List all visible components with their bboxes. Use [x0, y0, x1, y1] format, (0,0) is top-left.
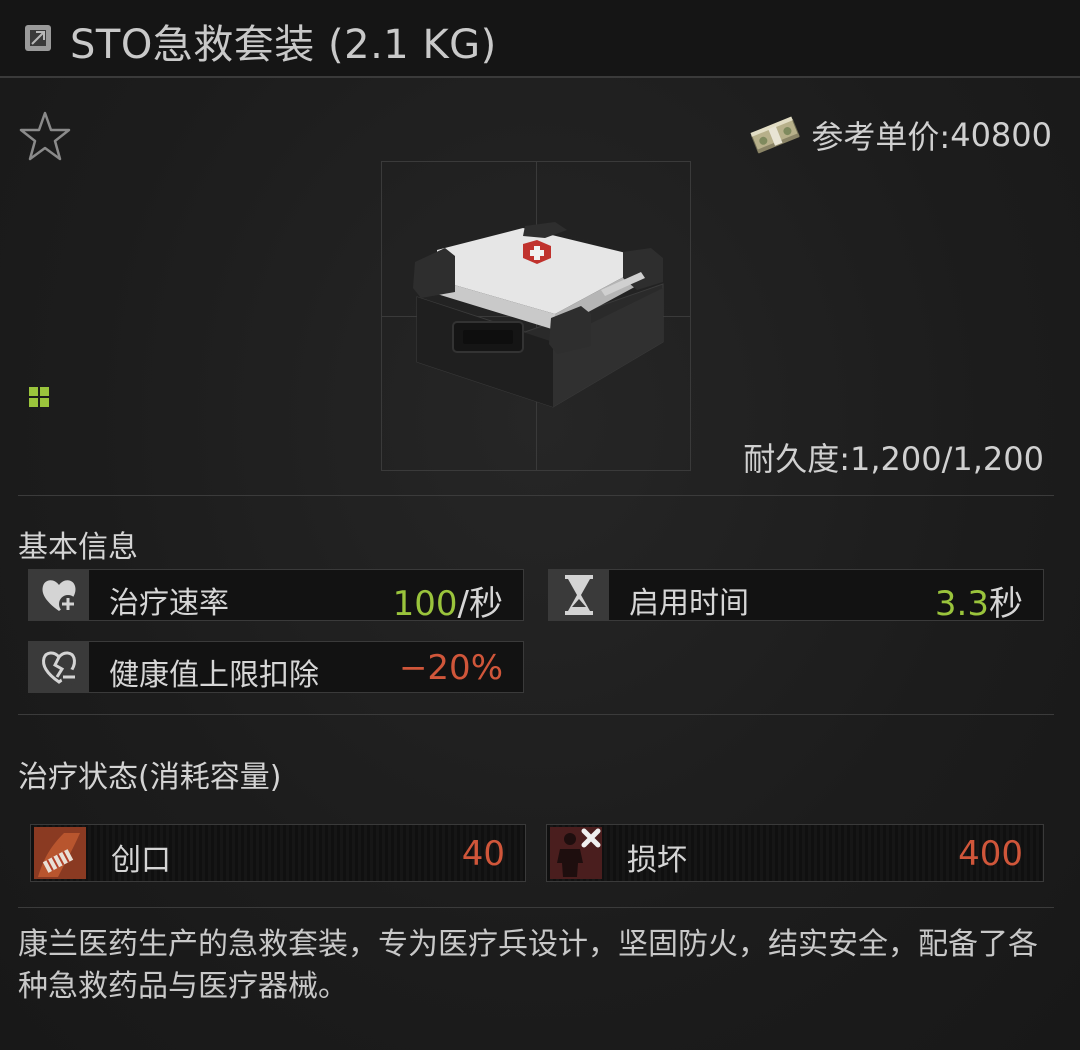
stat-label: 治疗速率: [109, 586, 229, 621]
durability-value: 1,200/1,200: [850, 440, 1044, 478]
damage-icon: [550, 827, 602, 879]
broken-heart-icon: [42, 651, 77, 685]
item-info-icon: [25, 25, 51, 51]
stat-heal-rate: 治疗速率 100/秒: [28, 569, 524, 624]
first-aid-kit-image: [413, 222, 664, 408]
divider: [18, 714, 1054, 715]
heal-status-title: 治疗状态(消耗容量): [18, 760, 282, 795]
hourglass-icon: [565, 575, 593, 615]
status-icon-box: [31, 825, 89, 881]
status-label: 损坏: [627, 843, 687, 878]
stat-value: −20%: [398, 648, 503, 688]
stat-icon-box: [549, 570, 609, 620]
stat-use-time: 启用时间 3.3秒: [548, 569, 1044, 624]
stat-value: 100/秒: [393, 576, 503, 625]
divider: [18, 907, 1054, 908]
wound-icon: [34, 827, 86, 879]
stat-label: 启用时间: [629, 586, 749, 621]
durability-label: 耐久度:: [743, 440, 850, 478]
status-wound: 创口 40: [30, 824, 526, 882]
stat-label: 健康值上限扣除: [109, 658, 319, 693]
status-value: 400: [958, 834, 1023, 874]
stat-max-health-deduction: 健康值上限扣除 −20%: [28, 641, 524, 693]
stat-value-unit: /秒: [457, 584, 503, 624]
status-damage: 损坏 400: [546, 824, 1044, 882]
title-bar: STO急救套装 (2.1 KG): [0, 0, 1080, 78]
status-label: 创口: [111, 843, 171, 878]
reference-price: 参考单价: 40800: [747, 112, 1052, 158]
durability: 耐久度:1,200/1,200: [743, 434, 1044, 480]
stat-value-unit: 秒: [989, 584, 1023, 624]
price-label: 参考单价:: [811, 118, 951, 156]
heart-plus-icon: [42, 580, 77, 613]
money-icon: [750, 116, 801, 154]
status-value: 40: [461, 834, 505, 874]
item-title: STO急救套装 (2.1 KG): [70, 22, 497, 68]
stat-icon-box: [29, 570, 89, 620]
stat-value: 3.3秒: [935, 576, 1023, 625]
grid-size-icon: [29, 387, 49, 407]
status-icon-box: [547, 825, 605, 881]
stat-icon-box: [29, 642, 89, 692]
stat-value-number: 100: [392, 584, 458, 624]
item-description: 康兰医药生产的急救套装，专为医疗兵设计，坚固防火，结实安全，配备了各种急救药品与…: [18, 927, 1038, 1004]
favorite-star-icon[interactable]: [18, 110, 72, 164]
divider: [18, 495, 1054, 496]
stat-value-number: 3.3: [934, 584, 989, 624]
price-value: 40800: [950, 116, 1052, 154]
basic-info-title: 基本信息: [18, 530, 138, 565]
